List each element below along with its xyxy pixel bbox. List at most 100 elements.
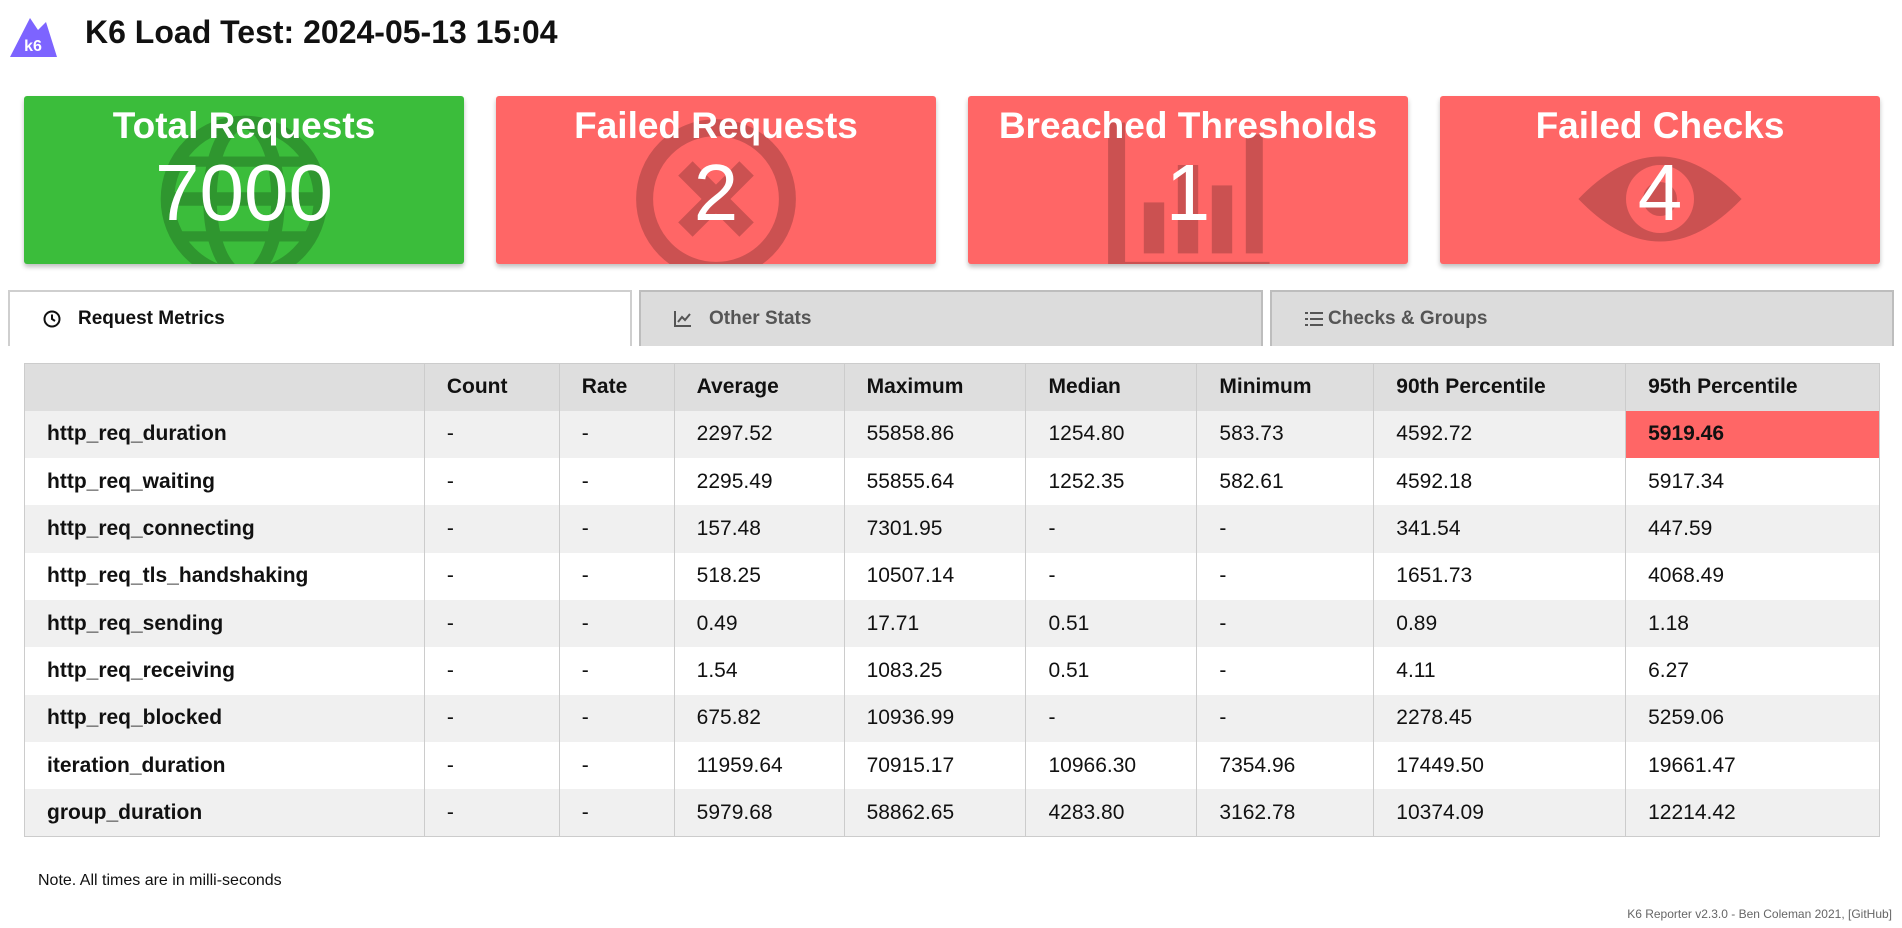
table-cell: 2297.52 <box>673 410 845 459</box>
failed-requests-card: Failed Requests 2 <box>496 96 936 264</box>
line-chart-icon <box>674 311 691 327</box>
column-header: Median <box>1025 363 1197 411</box>
tab-label: Checks & Groups <box>1328 308 1488 329</box>
column-header: Maximum <box>843 363 1026 411</box>
tab-checks-groups[interactable]: Checks & Groups <box>1270 290 1894 346</box>
table-cell: 582.61 <box>1196 458 1374 506</box>
column-header: 90th Percentile <box>1373 363 1626 411</box>
table-cell: 10966.30 <box>1025 741 1197 790</box>
page-title: K6 Load Test: 2024-05-13 15:04 <box>85 14 558 50</box>
card-title: Total Requests <box>112 105 376 146</box>
table-cell: 157.48 <box>673 505 845 553</box>
table-cell: - <box>423 741 560 790</box>
table-cell: - <box>1196 694 1374 742</box>
table-cell: 5979.68 <box>673 789 845 837</box>
breached-thresholds-card: Breached Thresholds 1 <box>968 96 1408 264</box>
table-row: http_req_tls_handshaking - - 518.25 1050… <box>24 552 1880 600</box>
table-cell: 0.51 <box>1025 599 1197 648</box>
card-value: 7000 <box>155 148 333 237</box>
table-cell: 5917.34 <box>1625 458 1880 506</box>
metric-name: http_req_sending <box>24 599 425 648</box>
table-cell: 0.51 <box>1025 647 1197 695</box>
card-title: Breached Thresholds <box>998 105 1378 146</box>
clock-icon <box>43 310 61 328</box>
tab-label: Request Metrics <box>78 308 225 329</box>
table-cell: 10507.14 <box>843 552 1026 600</box>
table-row: group_duration - - 5979.68 58862.65 4283… <box>24 789 1880 837</box>
column-header: 95th Percentile <box>1625 363 1880 411</box>
table-cell: 518.25 <box>673 552 845 600</box>
card-title: Failed Requests <box>574 105 858 146</box>
table-cell: 19661.47 <box>1625 741 1880 790</box>
table-cell: 7354.96 <box>1196 741 1374 790</box>
table-cell: - <box>1025 505 1197 553</box>
table-cell: 0.49 <box>673 599 845 648</box>
column-header: Rate <box>558 363 675 411</box>
table-cell: - <box>558 410 675 459</box>
table-cell: 55855.64 <box>843 458 1026 506</box>
request-metrics-table: Count Rate Average Maximum Median Minimu… <box>24 363 1880 837</box>
units-note: Note. All times are in milli-seconds <box>38 872 282 889</box>
table-cell: 341.54 <box>1373 505 1626 553</box>
table-cell: - <box>558 789 675 837</box>
metric-name: http_req_tls_handshaking <box>24 552 425 600</box>
table-cell: - <box>558 599 675 648</box>
table-cell: 447.59 <box>1625 505 1880 553</box>
k6-logo-icon: k6 <box>10 18 57 57</box>
table-cell: - <box>558 694 675 742</box>
tab-request-metrics[interactable]: Request Metrics <box>8 290 632 346</box>
table-cell: 4592.72 <box>1373 410 1626 459</box>
footer-credits[interactable]: K6 Reporter v2.3.0 - Ben Coleman 2021, [… <box>1627 907 1892 921</box>
table-cell: 7301.95 <box>843 505 1026 553</box>
column-header: Minimum <box>1196 363 1374 411</box>
table-cell: 11959.64 <box>673 741 845 790</box>
table-row: http_req_blocked - - 675.82 10936.99 - -… <box>24 694 1880 742</box>
column-header: Count <box>423 363 560 411</box>
summary-cards: Total Requests 7000 Failed Requests 2 Br… <box>24 96 1880 264</box>
table-cell: - <box>1196 505 1374 553</box>
table-row: http_req_receiving - - 1.54 1083.25 0.51… <box>24 647 1880 695</box>
tab-label: Other Stats <box>709 308 812 329</box>
table-cell: - <box>558 505 675 553</box>
column-header <box>24 363 425 411</box>
metric-name: http_req_blocked <box>24 694 425 742</box>
table-cell: 4283.80 <box>1025 789 1197 837</box>
table-cell: 675.82 <box>673 694 845 742</box>
metric-name: iteration_duration <box>24 741 425 790</box>
table-cell: 4592.18 <box>1373 458 1626 506</box>
metric-name: http_req_receiving <box>24 647 425 695</box>
table-cell: - <box>423 789 560 837</box>
header: k6 <box>8 10 58 60</box>
table-cell: - <box>1196 647 1374 695</box>
table-cell: 6.27 <box>1625 647 1880 695</box>
table-cell: - <box>1025 694 1197 742</box>
table-cell: 1254.80 <box>1025 410 1197 459</box>
table-cell: - <box>423 647 560 695</box>
table-cell: - <box>558 647 675 695</box>
table-cell: 1.54 <box>673 647 845 695</box>
table-cell: - <box>423 694 560 742</box>
table-cell: 583.73 <box>1196 410 1374 459</box>
table-cell: 2295.49 <box>673 458 845 506</box>
table-cell: - <box>423 599 560 648</box>
table-cell: - <box>423 410 560 459</box>
table-row: http_req_connecting - - 157.48 7301.95 -… <box>24 505 1880 553</box>
table-cell: - <box>423 458 560 506</box>
svg-text:k6: k6 <box>24 38 42 55</box>
table-cell: - <box>558 458 675 506</box>
metric-name: group_duration <box>24 789 425 837</box>
table-cell: 1.18 <box>1625 599 1880 648</box>
table-cell: - <box>423 505 560 553</box>
card-value: 2 <box>693 148 739 237</box>
list-icon <box>1305 312 1323 326</box>
metric-name: http_req_waiting <box>24 458 425 506</box>
total-requests-card: Total Requests 7000 <box>24 96 464 264</box>
table-cell: 4068.49 <box>1625 552 1880 600</box>
table-cell: - <box>423 552 560 600</box>
table-cell: 17.71 <box>843 599 1026 648</box>
table-cell: 3162.78 <box>1196 789 1374 837</box>
table-cell: - <box>558 741 675 790</box>
table-cell: 58862.65 <box>843 789 1026 837</box>
tab-other-stats[interactable]: Other Stats <box>639 290 1263 346</box>
table-cell: 70915.17 <box>843 741 1026 790</box>
